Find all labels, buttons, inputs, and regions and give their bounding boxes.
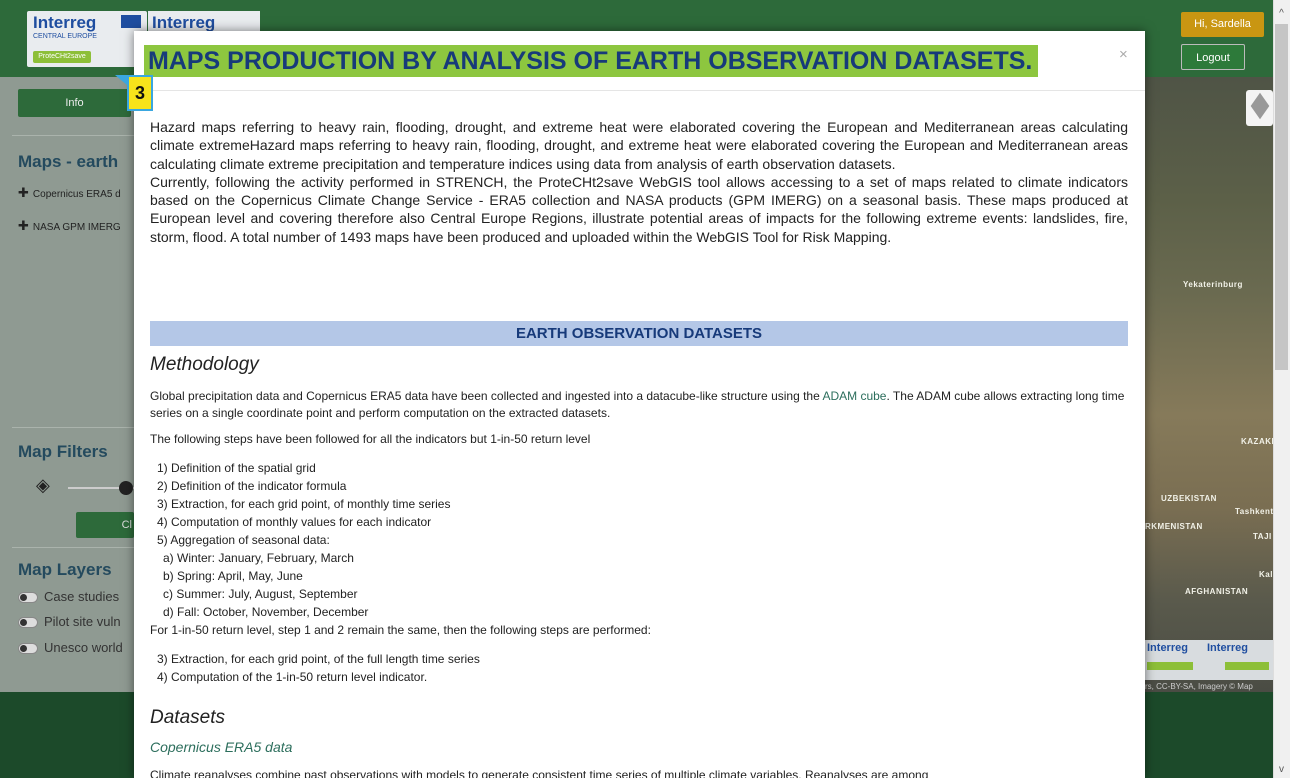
info-button[interactable]: Info bbox=[18, 89, 131, 117]
layer-label: Case studies bbox=[44, 589, 120, 604]
interreg-logo[interactable]: Interreg CENTRAL EUROPE ProteCHt2save bbox=[27, 11, 147, 67]
plus-icon: ✚ bbox=[18, 185, 29, 200]
step-item: 4) Computation of monthly values for eac… bbox=[157, 515, 432, 529]
steps-intro: The following steps have been followed f… bbox=[150, 432, 591, 446]
map-view[interactable]: Yekaterinburg KAZAKH UZBEKISTAN Tashkent… bbox=[1145, 77, 1277, 692]
modal-body: Hazard maps referring to heavy rain, flo… bbox=[150, 118, 1128, 778]
return-level-intro: For 1-in-50 return level, step 1 and 2 r… bbox=[150, 623, 651, 637]
logo-brand: Interreg bbox=[33, 13, 97, 32]
step-item: 3) Extraction, for each grid point, of m… bbox=[157, 497, 451, 511]
map-filters-heading: Map Filters bbox=[18, 442, 108, 461]
modal-title: MAPS PRODUCTION BY ANALYSIS OF EARTH OBS… bbox=[144, 45, 1039, 77]
season-item: d) Fall: October, November, December bbox=[163, 605, 369, 619]
sidebar-item-copernicus[interactable]: ✚ Copernicus ERA5 d bbox=[18, 185, 121, 201]
map-label: Yekaterinburg bbox=[1183, 280, 1243, 289]
intro-text-1: Hazard maps referring to heavy rain, flo… bbox=[150, 119, 1128, 172]
logo2-brand: Interreg bbox=[152, 13, 216, 32]
badge-pointer bbox=[115, 75, 127, 85]
logo-pill bbox=[1225, 662, 1269, 670]
intro-text-2: Currently, following the activity perfor… bbox=[150, 173, 1128, 245]
return-step-item: 4) Computation of the 1-in-50 return lev… bbox=[157, 670, 428, 684]
plus-icon: ✚ bbox=[18, 218, 29, 233]
logo-subtitle: CENTRAL EUROPE bbox=[33, 33, 97, 40]
season-item: c) Summer: July, August, September bbox=[163, 587, 358, 601]
map-label: Kal bbox=[1259, 570, 1273, 579]
map-label: TAJI bbox=[1253, 532, 1272, 541]
section-title: EARTH OBSERVATION DATASETS bbox=[150, 321, 1128, 346]
divider bbox=[12, 547, 134, 548]
layer-toggle-case-studies[interactable]: Case studies bbox=[18, 589, 119, 604]
return-step-item: 3) Extraction, for each grid point, of t… bbox=[157, 652, 480, 666]
toggle-switch[interactable] bbox=[18, 643, 38, 655]
opacity-slider-handle[interactable] bbox=[119, 481, 133, 495]
intro-paragraph: Hazard maps referring to heavy rain, flo… bbox=[150, 118, 1128, 246]
map-attribution[interactable]: rs, CC-BY-SA, Imagery © Map bbox=[1145, 682, 1253, 691]
sidebar-item-label: NASA GPM IMERG bbox=[32, 222, 121, 233]
logo-pill: ProteCHt2save bbox=[33, 51, 91, 63]
datasets-heading: Datasets bbox=[150, 707, 225, 728]
map-label: Tashkent bbox=[1235, 507, 1274, 516]
divider bbox=[12, 427, 134, 428]
sidebar-item-nasa[interactable]: ✚ NASA GPM IMERG bbox=[18, 218, 121, 234]
scroll-down-arrow-icon[interactable]: v bbox=[1273, 764, 1290, 778]
season-item: a) Winter: January, February, March bbox=[163, 551, 354, 565]
toggle-switch[interactable] bbox=[18, 617, 38, 629]
map-logo-1: Interreg bbox=[1147, 642, 1188, 654]
layer-toggle-pilot-site[interactable]: Pilot site vuln bbox=[18, 614, 121, 629]
map-label: RKMENISTAN bbox=[1145, 522, 1203, 531]
season-item: b) Spring: April, May, June bbox=[163, 569, 303, 583]
maps-heading: Maps - earth bbox=[18, 152, 119, 171]
logo-pill bbox=[1147, 662, 1193, 670]
layer-label: Unesco world bbox=[44, 640, 123, 655]
map-label: UZBEKISTAN bbox=[1161, 494, 1217, 503]
methodology-heading: Methodology bbox=[150, 354, 259, 375]
logout-button[interactable]: Logout bbox=[1181, 44, 1245, 70]
map-logo-2: Interreg bbox=[1207, 642, 1248, 654]
map-label: AFGHANISTAN bbox=[1185, 587, 1249, 596]
modal-header: MAPS PRODUCTION BY ANALYSIS OF EARTH OBS… bbox=[134, 31, 1145, 91]
eu-flag-icon bbox=[121, 15, 141, 28]
methodology-paragraph: Global precipitation data and Copernicus… bbox=[150, 388, 1128, 422]
scrollbar-thumb[interactable] bbox=[1275, 24, 1288, 370]
layer-toggle-unesco[interactable]: Unesco world bbox=[18, 640, 123, 655]
era5-paragraph: Climate reanalyses combine past observat… bbox=[150, 768, 929, 778]
step-item: 5) Aggregation of seasonal data: bbox=[157, 533, 330, 547]
clear-filters-button[interactable]: Cl bbox=[76, 512, 134, 538]
step-item: 2) Definition of the indicator formula bbox=[157, 479, 347, 493]
adam-cube-link[interactable]: ADAM cube bbox=[822, 389, 886, 403]
toggle-switch[interactable] bbox=[18, 592, 38, 604]
user-greeting-button[interactable]: Hi, Sardella bbox=[1181, 12, 1264, 37]
map-layers-heading: Map Layers bbox=[18, 560, 112, 579]
methodology-text-pre: Global precipitation data and Copernicus… bbox=[150, 389, 820, 403]
layer-label: Pilot site vuln bbox=[44, 614, 121, 629]
divider bbox=[12, 135, 134, 136]
step-item: 1) Definition of the spatial grid bbox=[157, 461, 316, 475]
map-logos: Interreg Interreg bbox=[1145, 640, 1273, 680]
sidebar-item-label: Copernicus ERA5 d bbox=[32, 189, 121, 200]
era5-data-link[interactable]: Copernicus ERA5 data bbox=[150, 739, 292, 755]
step-badge: 3 bbox=[127, 75, 153, 111]
close-icon[interactable]: × bbox=[1119, 46, 1128, 63]
sidebar: Info Maps - earth ✚ Copernicus ERA5 d ✚ NA… bbox=[0, 77, 134, 692]
paint-bucket-icon: ◈ bbox=[36, 475, 50, 495]
scroll-up-arrow-icon[interactable]: ^ bbox=[1273, 8, 1290, 22]
